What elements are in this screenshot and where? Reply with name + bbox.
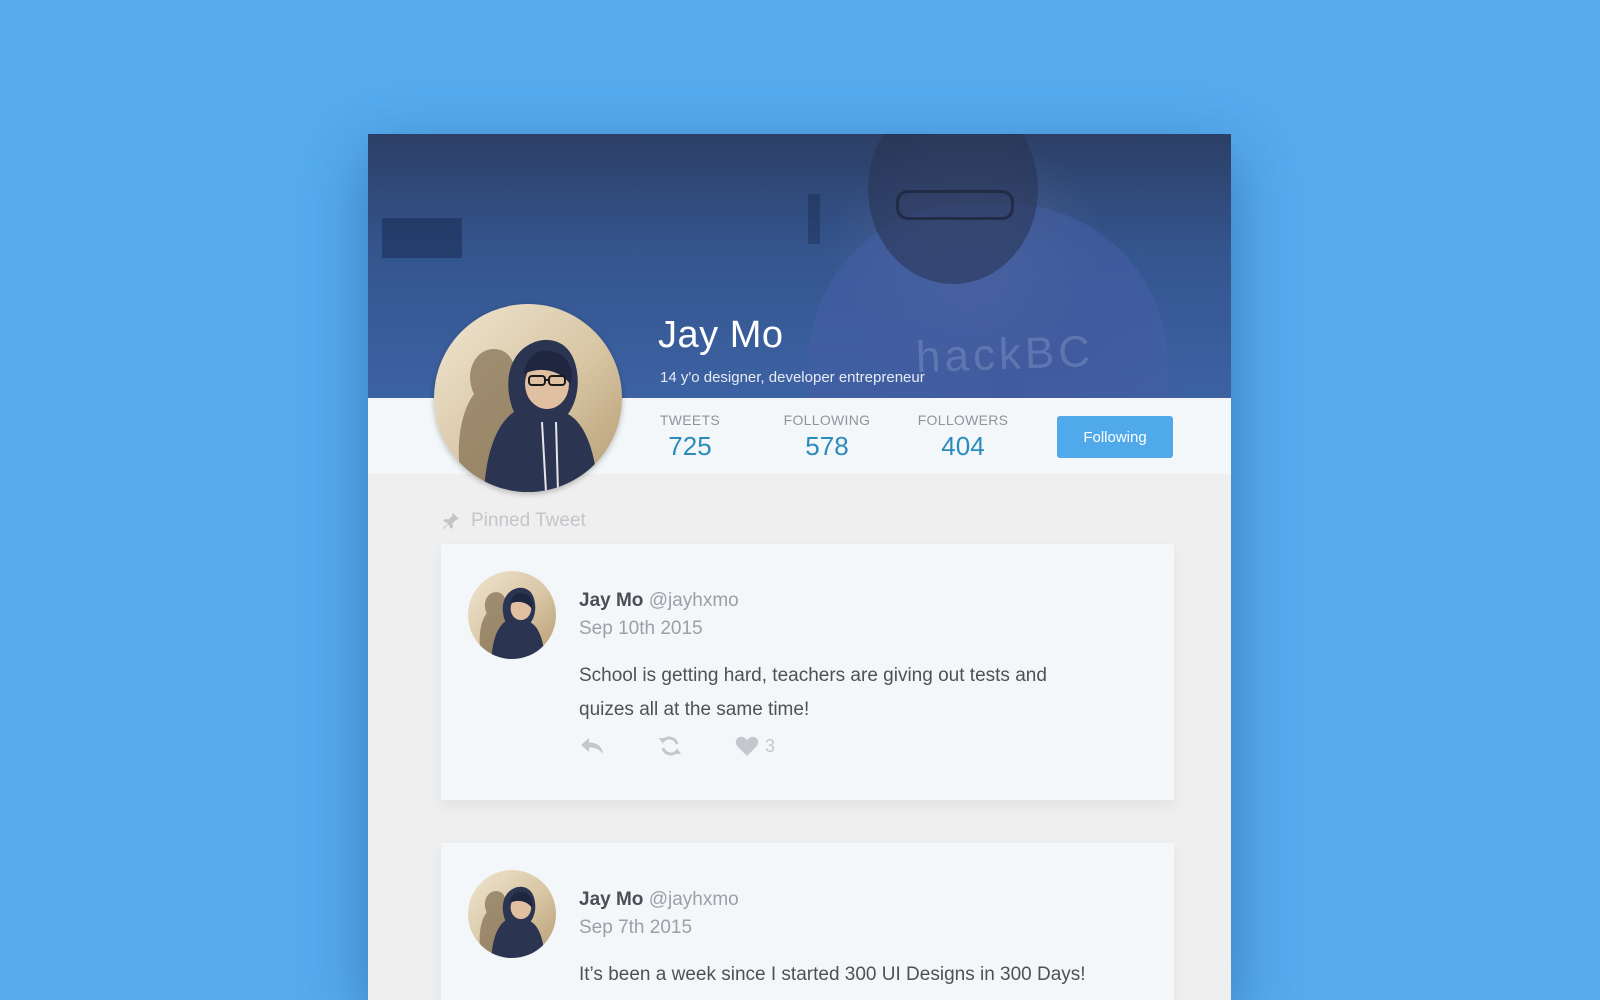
retweet-button[interactable]: [657, 734, 683, 758]
profile-card: hackBC Jay Mo 14 y'o designer, developer…: [368, 134, 1231, 1000]
profile-avatar[interactable]: [434, 304, 622, 492]
stat-label: FOLLOWING: [783, 412, 871, 428]
cover-person-glasses: [896, 190, 1014, 220]
tweet-text: It’s been a week since I started 300 UI …: [579, 964, 1086, 985]
tweet-author-handle[interactable]: @jayhxmo: [649, 889, 739, 910]
tweet-date: Sep 7th 2015: [579, 917, 693, 938]
stat-value: 725: [668, 431, 712, 461]
profile-bio: 14 y'o designer, developer entrepreneur: [660, 369, 925, 386]
tweet-avatar[interactable]: [468, 571, 556, 659]
cover-background-shape: [382, 218, 462, 258]
tweet-avatar-image: [479, 886, 545, 958]
pin-icon: [441, 511, 461, 531]
stat-value: 404: [941, 431, 985, 461]
following-button[interactable]: Following: [1057, 416, 1173, 458]
tweet-date: Sep 10th 2015: [579, 618, 703, 639]
like-count: 3: [765, 735, 776, 756]
stat-label: FOLLOWERS: [917, 412, 1009, 428]
profile-name: Jay Mo: [658, 314, 784, 356]
pinned-tweet-text: Pinned Tweet: [471, 510, 586, 531]
tweet-card[interactable]: Jay Mo @jayhxmo Sep 7th 2015 It’s been a…: [441, 843, 1174, 1000]
reply-icon: [581, 738, 603, 754]
stat-label: TWEETS: [659, 412, 721, 428]
pinned-tweet-label: Pinned Tweet: [441, 510, 586, 532]
stat-following[interactable]: FOLLOWING 578: [772, 412, 882, 462]
tweet-actions: 3: [579, 734, 827, 758]
retweet-icon: [659, 736, 681, 756]
tweet-author: Jay Mo @jayhxmo: [579, 590, 739, 612]
like-button[interactable]: 3: [735, 735, 775, 757]
cover-background-shape: [808, 194, 820, 244]
tweet-author-name[interactable]: Jay Mo: [579, 590, 643, 611]
stat-tweets[interactable]: TWEETS 725: [649, 412, 731, 462]
tweet-author-name[interactable]: Jay Mo: [579, 889, 643, 910]
tweet-author: Jay Mo @jayhxmo: [579, 889, 739, 911]
tweet-avatar-image: [479, 587, 545, 659]
heart-icon: [735, 736, 759, 756]
tweet-avatar[interactable]: [468, 870, 556, 958]
tweet-card[interactable]: Jay Mo @jayhxmo Sep 10th 2015 School is …: [441, 544, 1174, 800]
profile-avatar-image: [458, 339, 598, 492]
stat-followers[interactable]: FOLLOWERS 404: [908, 412, 1018, 462]
tweet-text: School is getting hard, teachers are giv…: [579, 665, 1047, 720]
reply-button[interactable]: [579, 735, 605, 757]
tweet-author-handle[interactable]: @jayhxmo: [649, 590, 739, 611]
stat-value: 578: [805, 431, 849, 461]
cover-shirt-text: hackBC: [915, 326, 1095, 383]
